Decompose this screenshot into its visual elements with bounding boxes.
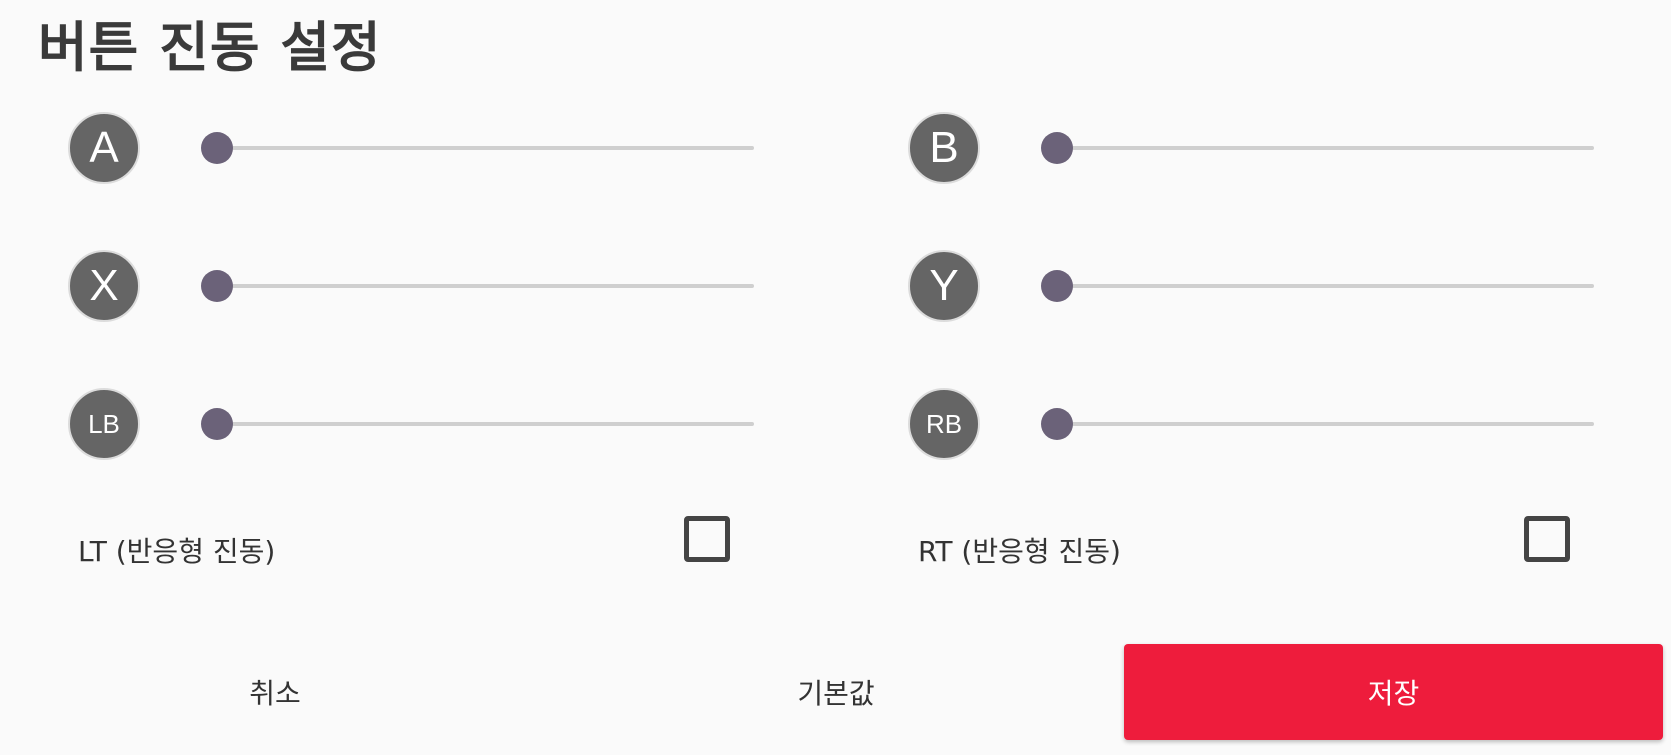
slider-row-rb: RB xyxy=(908,384,1598,464)
page-title: 버튼 진동 설정 xyxy=(38,16,382,79)
slider-thumb-a[interactable] xyxy=(201,132,233,164)
button-b-icon: B xyxy=(908,112,980,184)
slider-track-y[interactable] xyxy=(1056,284,1594,288)
slider-row-a: A xyxy=(68,108,758,188)
checkbox-row-lt: LT (반응형 진동) xyxy=(78,516,738,576)
slider-track-b[interactable] xyxy=(1056,146,1594,150)
slider-thumb-x[interactable] xyxy=(201,270,233,302)
slider-track-lb[interactable] xyxy=(216,422,754,426)
slider-track-rb[interactable] xyxy=(1056,422,1594,426)
slider-thumb-y[interactable] xyxy=(1041,270,1073,302)
button-y-icon: Y xyxy=(908,250,980,322)
checkbox-row-rt: RT (반응형 진동) xyxy=(918,516,1578,576)
checkbox-label-lt: LT (반응형 진동) xyxy=(78,535,276,568)
save-button[interactable]: 저장 xyxy=(1124,644,1663,740)
slider-thumb-b[interactable] xyxy=(1041,132,1073,164)
slider-row-y: Y xyxy=(908,246,1598,326)
slider-row-x: X xyxy=(68,246,758,326)
button-a-icon: A xyxy=(68,112,140,184)
vibration-settings-dialog: 버튼 진동 설정 A B X Y LB RB LT (반응형 진동) RT (반… xyxy=(0,0,1671,755)
slider-row-b: B xyxy=(908,108,1598,188)
button-x-icon: X xyxy=(68,250,140,322)
slider-row-lb: LB xyxy=(68,384,758,464)
button-rb-icon: RB xyxy=(908,388,980,460)
slider-thumb-rb[interactable] xyxy=(1041,408,1073,440)
slider-track-x[interactable] xyxy=(216,284,754,288)
default-button[interactable]: 기본값 xyxy=(556,644,1116,740)
button-lb-icon: LB xyxy=(68,388,140,460)
checkbox-rt[interactable] xyxy=(1524,516,1570,562)
checkbox-label-rt: RT (반응형 진동) xyxy=(918,535,1121,568)
slider-thumb-lb[interactable] xyxy=(201,408,233,440)
slider-track-a[interactable] xyxy=(216,146,754,150)
checkbox-lt[interactable] xyxy=(684,516,730,562)
cancel-button[interactable]: 취소 xyxy=(0,644,550,740)
